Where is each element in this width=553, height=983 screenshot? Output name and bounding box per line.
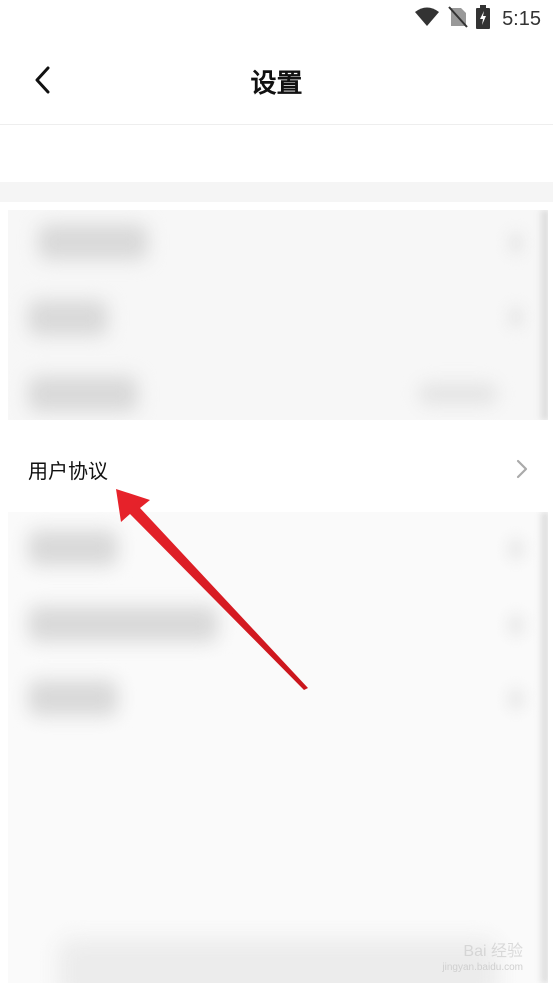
section-divider xyxy=(0,182,553,202)
blurred-settings-group-bottom xyxy=(8,512,548,983)
watermark-logo: Bai 经验 xyxy=(463,943,523,960)
back-button[interactable] xyxy=(20,58,64,102)
no-sim-icon xyxy=(448,5,468,33)
page-title: 设置 xyxy=(250,68,303,99)
settings-item-label: 用户协议 xyxy=(28,459,108,483)
app-header: 设置 xyxy=(0,38,553,125)
chevron-right-icon xyxy=(516,459,528,479)
wifi-icon xyxy=(414,7,440,32)
status-bar: 5:15 xyxy=(0,0,553,38)
blurred-settings-group-top xyxy=(8,210,548,420)
watermark-url: jingyan.baidu.com xyxy=(442,962,523,973)
status-time: 5:15 xyxy=(502,7,541,30)
battery-charging-icon xyxy=(476,4,491,34)
chevron-left-icon xyxy=(35,66,50,94)
settings-item-user-agreement[interactable]: 用户协议 xyxy=(0,425,553,513)
